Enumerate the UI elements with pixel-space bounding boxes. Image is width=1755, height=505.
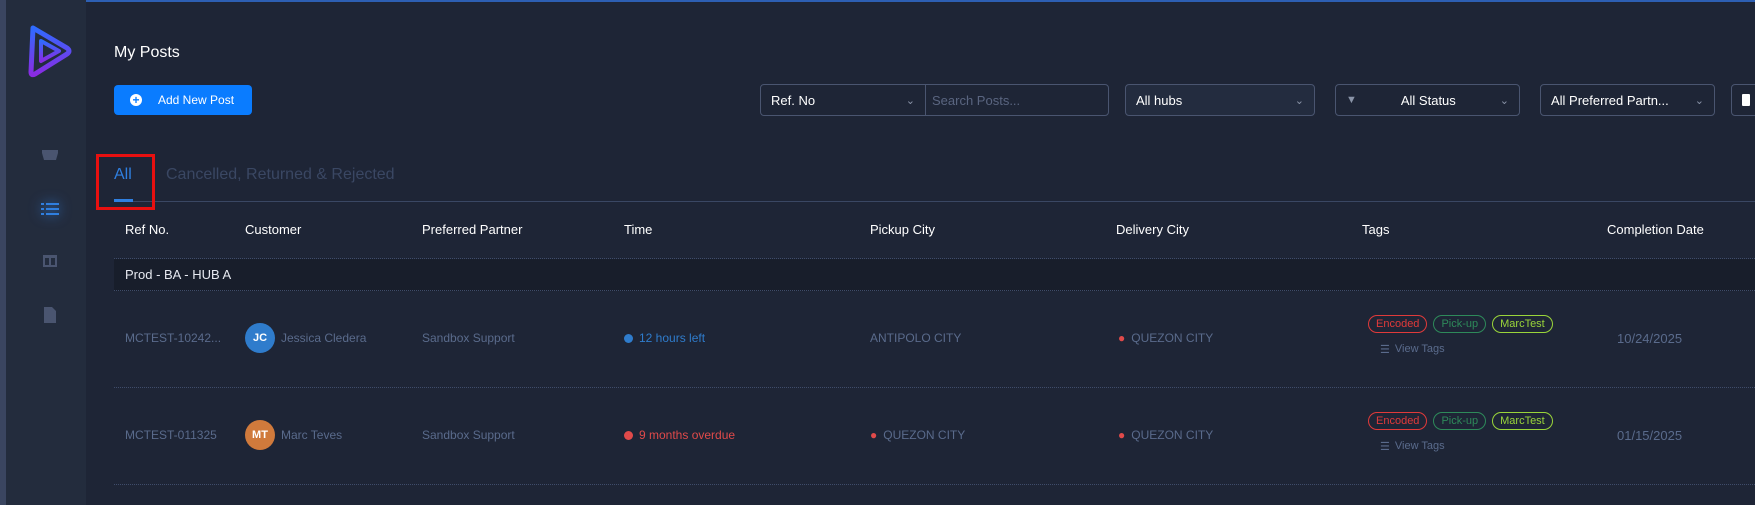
time-remaining: 12 hours left: [639, 331, 706, 345]
time-status-dot: [624, 430, 633, 440]
hubs-select[interactable]: All hubs ⌄: [1125, 84, 1315, 116]
search-posts-input[interactable]: [926, 92, 1108, 108]
highlight-box: [96, 154, 155, 210]
location-pin-icon: ●: [1118, 428, 1126, 442]
completion-date: 01/15/2025: [1617, 428, 1683, 443]
calendar-icon: [1742, 94, 1750, 106]
tag-badge: Pick-up: [1433, 315, 1487, 333]
column-header-ref-no[interactable]: Ref No.: [125, 222, 169, 237]
column-header-tags[interactable]: Tags: [1362, 222, 1389, 237]
view-tags-link[interactable]: ☰ View Tags: [1380, 440, 1445, 453]
ref-field-select[interactable]: Ref. No ⌄: [761, 85, 926, 115]
list-icon[interactable]: [36, 198, 64, 220]
tag-badge: Encoded: [1368, 412, 1428, 430]
view-tags-label: View Tags: [1394, 440, 1445, 452]
table-row[interactable]: MCTEST-011325 MT Marc Teves Sandbox Suppo…: [114, 388, 1755, 485]
delivery-city: QUEZON CITY: [1131, 331, 1214, 345]
list-icon: ☰: [1380, 344, 1390, 356]
status-value: All Status: [1400, 92, 1456, 108]
view-tags-link[interactable]: ☰ View Tags: [1380, 343, 1445, 356]
chevron-down-icon: ⌄: [1694, 94, 1704, 107]
time-remaining: 9 months overdue: [639, 428, 736, 442]
tab-cancelled-returned-rejected[interactable]: Cancelled, Returned & Rejected: [166, 166, 395, 184]
sidebar: [6, 0, 86, 505]
table-row[interactable]: MCTEST-10242... JC Jessica Cledera Sandbo…: [114, 291, 1755, 388]
avatar: MT: [245, 420, 275, 450]
top-accent-line: [0, 0, 1755, 2]
ref-no[interactable]: MCTEST-10242...: [125, 331, 221, 345]
add-new-post-label: Add New Post: [158, 93, 235, 107]
tag-badge: Pick-up: [1433, 412, 1487, 430]
time-status-dot: [624, 333, 633, 343]
tag-badge: MarcTest: [1492, 315, 1553, 333]
columns-icon[interactable]: [36, 250, 64, 272]
chevron-down-icon: ⌄: [905, 94, 915, 107]
tags-list: Encoded Pick-up MarcTest: [1368, 315, 1553, 333]
ref-search-group: Ref. No ⌄: [760, 84, 1109, 116]
column-header-time[interactable]: Time: [624, 222, 652, 237]
plus-circle-icon: +: [130, 94, 142, 106]
preferred-partner: Sandbox Support: [422, 428, 515, 442]
tags-list: Encoded Pick-up MarcTest: [1368, 412, 1553, 430]
app-logo[interactable]: [27, 24, 73, 78]
delivery-city: QUEZON CITY: [1131, 428, 1214, 442]
pickup-city: QUEZON CITY: [883, 428, 966, 442]
view-tags-label: View Tags: [1394, 343, 1445, 355]
column-header-customer[interactable]: Customer: [245, 222, 301, 237]
group-row: Prod - BA - HUB A: [114, 259, 1755, 291]
page-title: My Posts: [114, 44, 180, 61]
list-icon: ☰: [1380, 441, 1390, 453]
chevron-down-icon: ⌄: [1294, 94, 1304, 107]
partner-value: All Preferred Partn...: [1551, 92, 1669, 108]
box-icon[interactable]: [36, 143, 64, 165]
date-filter-button[interactable]: [1731, 84, 1755, 116]
document-icon[interactable]: [36, 304, 64, 326]
tag-badge: Encoded: [1368, 315, 1428, 333]
filter-icon: ▼: [1346, 94, 1357, 106]
avatar: JC: [245, 323, 275, 353]
tag-badge: MarcTest: [1492, 412, 1553, 430]
location-pin-icon: ●: [1118, 331, 1126, 345]
add-new-post-button[interactable]: + Add New Post: [114, 85, 252, 115]
column-header-preferred-partner[interactable]: Preferred Partner: [422, 222, 522, 237]
customer-name: Marc Teves: [281, 428, 343, 442]
preferred-partner-select[interactable]: All Preferred Partn... ⌄: [1540, 84, 1715, 116]
ref-select-value: Ref. No: [771, 92, 816, 108]
ref-no[interactable]: MCTEST-011325: [125, 428, 217, 442]
column-header-pickup-city[interactable]: Pickup City: [870, 222, 935, 237]
completion-date: 10/24/2025: [1617, 331, 1683, 346]
customer-name: Jessica Cledera: [281, 331, 367, 345]
column-header-completion-date[interactable]: Completion Date: [1607, 222, 1704, 237]
location-pin-icon: ●: [870, 428, 878, 442]
preferred-partner: Sandbox Support: [422, 331, 515, 345]
column-header-delivery-city[interactable]: Delivery City: [1116, 222, 1189, 237]
tabs: All Cancelled, Returned & Rejected: [114, 162, 1755, 202]
pickup-city: ANTIPOLO CITY: [870, 331, 962, 345]
status-select[interactable]: ▼ All Status ⌄: [1335, 84, 1520, 116]
chevron-down-icon: ⌄: [1499, 94, 1509, 107]
hubs-value: All hubs: [1136, 92, 1183, 108]
